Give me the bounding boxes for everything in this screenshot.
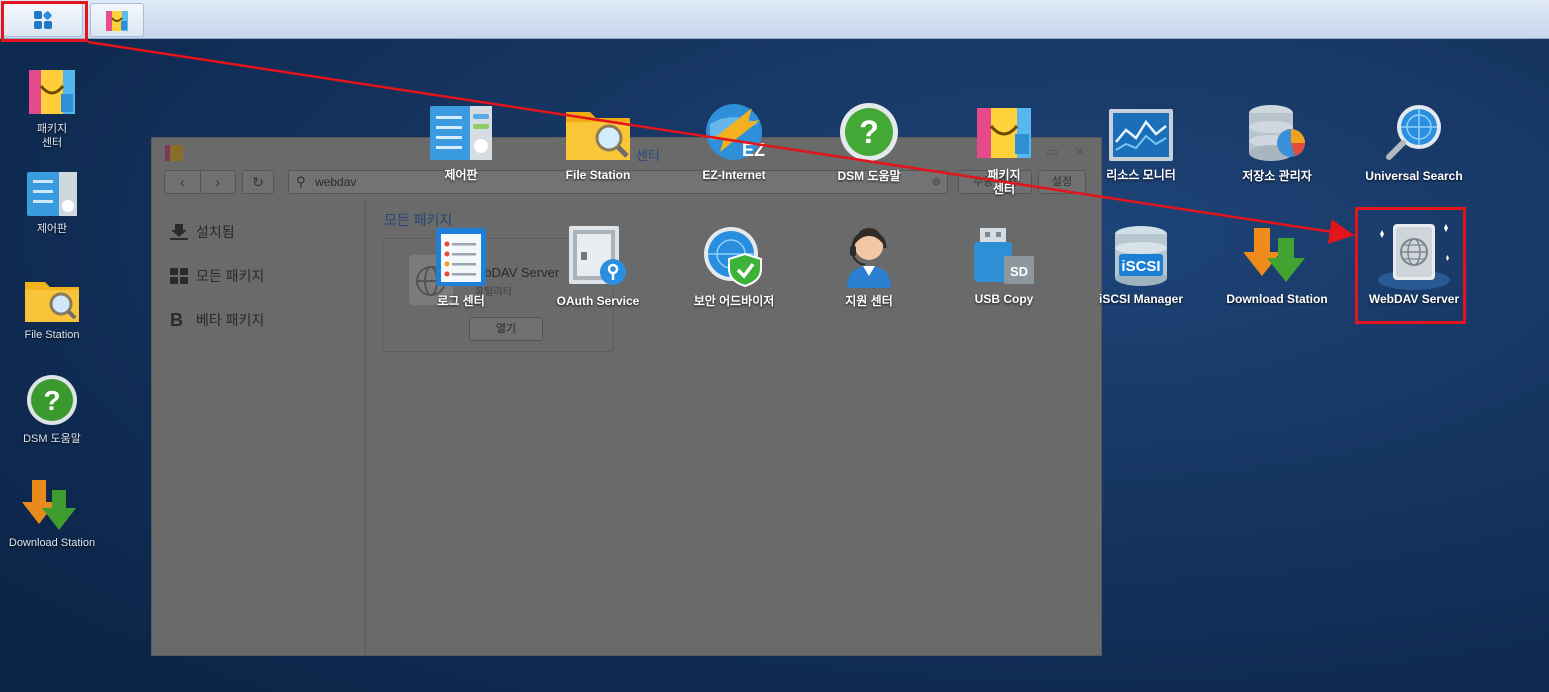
sidebar-item-installed[interactable]: 설치됨 (170, 222, 235, 242)
grid-icon (170, 268, 188, 284)
search-icon: ⚲ (296, 174, 306, 189)
ez-internet-icon: EZ (706, 104, 765, 160)
svg-text:EZ: EZ (742, 140, 765, 160)
app-support-center[interactable]: 지원 센터 (801, 224, 937, 308)
app-label: 패키지 센터 (987, 168, 1021, 196)
package-center-window: 센터 ▭ ✕ ‹ › ↻ ⚲ webdav ⊗ 수동 설치 설정 설치됨 모든 … (151, 137, 1102, 656)
app-label: iSCSI Manager (1098, 292, 1184, 306)
help-icon: ? (840, 103, 898, 161)
shortcut-label: File Station (24, 329, 80, 341)
desktop-shortcut-control-panel[interactable]: 제어판 (0, 170, 104, 236)
app-file-station[interactable]: File Station (530, 104, 666, 182)
sidebar-item-all-packages[interactable]: 모든 패키지 (170, 266, 264, 286)
svg-text:?: ? (43, 385, 60, 416)
app-control-panel[interactable]: 제어판 (393, 104, 529, 182)
app-resource-monitor[interactable]: 리소스 모니터 (1073, 108, 1209, 182)
nav-buttons: ‹ › (164, 170, 236, 194)
support-center-icon (847, 228, 891, 288)
sidebar-item-label: 베타 패키지 (196, 312, 265, 328)
svg-text:SD: SD (1010, 264, 1028, 279)
beta-icon: B (170, 310, 183, 330)
folder-search-icon (25, 282, 79, 322)
oauth-service-icon (569, 226, 626, 285)
app-label: 로그 센터 (437, 294, 485, 308)
package-center-taskbar-button[interactable] (90, 3, 144, 37)
control-panel-icon (27, 172, 77, 216)
app-label: 리소스 모니터 (1106, 168, 1176, 182)
storage-manager-icon (1249, 105, 1305, 161)
package-center-icon (29, 70, 75, 114)
app-oauth-service[interactable]: OAuth Service (530, 224, 666, 308)
app-label: OAuth Service (556, 294, 640, 308)
log-center-icon (436, 228, 486, 286)
window-sidebar: 설치됨 모든 패키지 B 베타 패키지 (152, 200, 366, 656)
app-storage-manager[interactable]: 저장소 관리자 (1209, 103, 1345, 183)
webdav-highlight-box (1355, 207, 1466, 324)
window-app-icon (165, 145, 183, 161)
svg-text:iSCSI: iSCSI (1121, 258, 1160, 275)
iscsi-manager-icon: iSCSI (1115, 226, 1167, 286)
universal-search-icon (1386, 105, 1441, 160)
app-log-center[interactable]: 로그 센터 (393, 226, 529, 308)
app-universal-search[interactable]: Universal Search (1346, 101, 1482, 183)
app-iscsi-manager[interactable]: iSCSI iSCSI Manager (1073, 224, 1209, 306)
back-icon[interactable]: ‹ (165, 171, 200, 193)
usb-copy-icon: SD (974, 228, 1034, 284)
security-advisor-icon (704, 227, 762, 288)
app-label: 지원 센터 (845, 294, 893, 308)
desktop-shortcut-package-center[interactable]: 패키지 센터 (0, 64, 104, 150)
main-menu-highlight-box (1, 1, 88, 42)
sidebar-item-beta-packages[interactable]: B 베타 패키지 (170, 310, 264, 330)
app-download-station[interactable]: Download Station (1209, 226, 1345, 306)
search-value: webdav (315, 175, 357, 189)
resource-monitor-icon (1109, 109, 1173, 161)
open-button[interactable]: 열기 (469, 317, 543, 341)
taskbar (0, 0, 1549, 39)
forward-icon[interactable]: › (199, 171, 236, 193)
shortcut-label: Download Station (8, 537, 96, 549)
refresh-icon: ↻ (252, 174, 264, 190)
desktop-shortcut-dsm-help[interactable]: ? DSM 도움말 (0, 372, 104, 446)
desktop-shortcut-download-station[interactable]: Download Station (0, 478, 104, 550)
app-label: 보안 어드바이저 (693, 294, 775, 308)
app-usb-copy[interactable]: SD USB Copy (936, 226, 1072, 306)
download-arrows-icon (22, 480, 76, 530)
svg-text:?: ? (859, 114, 879, 150)
desktop-shortcut-file-station[interactable]: File Station (0, 274, 104, 342)
download-station-icon (1244, 228, 1305, 282)
app-dsm-help[interactable]: ? DSM 도움말 (801, 101, 937, 183)
app-label: Download Station (1226, 292, 1328, 306)
sidebar-item-label: 설치됨 (196, 224, 235, 240)
sidebar-item-label: 모든 패키지 (196, 268, 265, 284)
shortcut-label: 패키지 센터 (36, 123, 68, 149)
app-label: 제어판 (444, 168, 478, 182)
app-label: Universal Search (1365, 169, 1463, 183)
control-panel-icon (430, 106, 492, 160)
package-center-icon (977, 108, 1031, 158)
app-label: DSM 도움말 (837, 169, 901, 183)
refresh-button[interactable]: ↻ (242, 170, 274, 194)
app-package-center[interactable]: 패키지 센터 (936, 102, 1072, 196)
shortcut-label: DSM 도움말 (23, 433, 81, 445)
app-ez-internet[interactable]: EZ EZ-Internet (666, 100, 802, 182)
folder-search-icon (566, 112, 630, 160)
shortcut-label: 제어판 (36, 223, 68, 235)
app-label: 저장소 관리자 (1242, 169, 1312, 183)
window-toolbar: ‹ › ↻ (164, 170, 274, 194)
shopping-bag-icon (106, 11, 128, 31)
app-security-advisor[interactable]: 보안 어드바이저 (666, 224, 802, 308)
app-label: File Station (565, 168, 631, 182)
help-icon: ? (27, 375, 77, 425)
download-icon (170, 224, 188, 240)
app-label: EZ-Internet (702, 168, 766, 182)
app-label: USB Copy (974, 292, 1034, 306)
